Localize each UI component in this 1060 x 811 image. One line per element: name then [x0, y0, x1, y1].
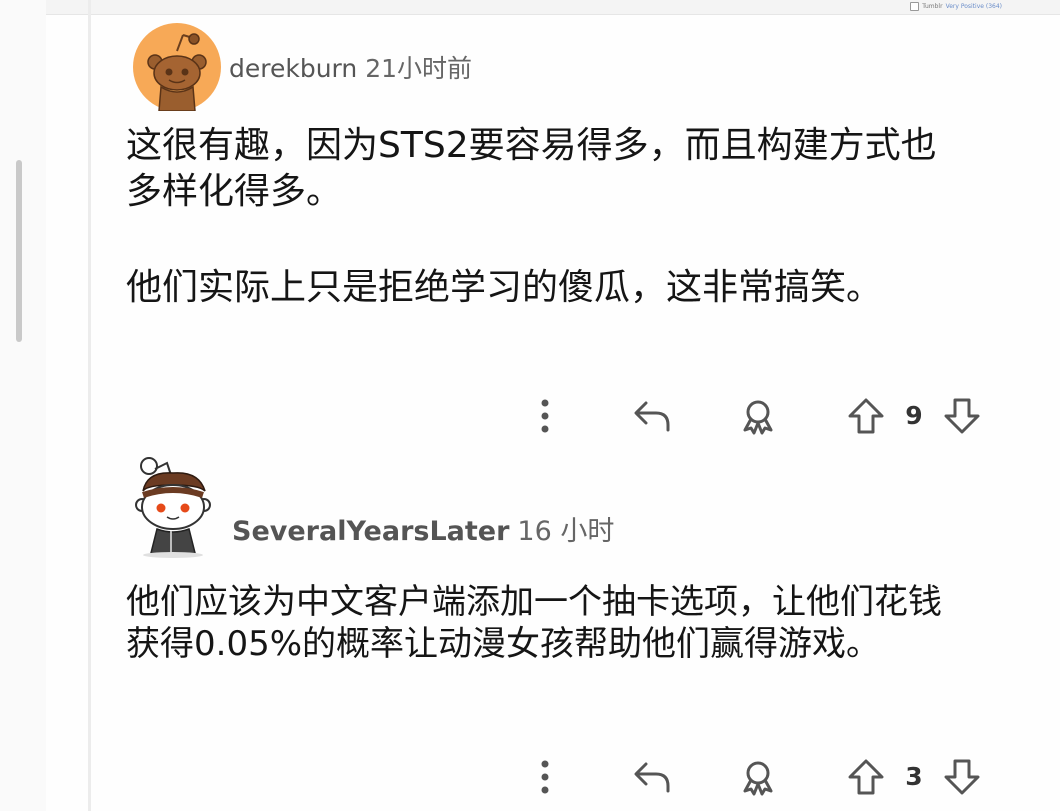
award-icon: [743, 761, 773, 796]
reply-button[interactable]: [628, 392, 676, 440]
top-tag-link[interactable]: Very Positive (364): [946, 3, 1002, 10]
upvote-button[interactable]: [842, 753, 890, 801]
author-name[interactable]: SeveralYearsLater: [232, 516, 509, 547]
timestamp: 16 小时: [517, 516, 615, 547]
downvote-button[interactable]: [938, 753, 986, 801]
comment-meta: SeveralYearsLater 16 小时: [232, 509, 614, 548]
reply-button[interactable]: [628, 753, 676, 801]
upvote-arrow-icon: [848, 398, 884, 434]
comment-text-line: 多样化得多。: [126, 171, 343, 212]
upvote-arrow-icon: [848, 759, 884, 795]
reply-icon: [634, 401, 670, 432]
left-rail: [0, 0, 46, 811]
snoo-avatar-icon: [133, 23, 221, 111]
reddit-comment-thread: Tumblr Very Positive (364) derekburn 21小…: [0, 0, 1060, 811]
downvote-arrow-icon: [944, 759, 980, 795]
thread-line[interactable]: [88, 0, 91, 811]
reply-icon: [634, 762, 670, 793]
comment-text-line: 这很有趣，因为STS2要容易得多，而且构建方式也: [126, 125, 937, 166]
downvote-button[interactable]: [938, 392, 986, 440]
checkbox-icon[interactable]: [910, 1, 920, 11]
snoo-avatar-icon: [135, 457, 211, 558]
vote-count: 9: [905, 401, 923, 430]
upvote-button[interactable]: [842, 392, 890, 440]
avatar[interactable]: [133, 455, 213, 559]
award-button[interactable]: [734, 753, 782, 801]
comment-action-bar: 3: [520, 753, 1000, 801]
more-options-button[interactable]: [528, 753, 562, 801]
award-icon: [743, 400, 773, 435]
more-options-button[interactable]: [528, 392, 562, 440]
vote-count: 3: [905, 762, 923, 791]
author-name[interactable]: derekburn: [229, 54, 357, 83]
comment-text-line: 他们实际上只是拒绝学习的傻瓜，这非常搞笑。: [126, 267, 883, 308]
comment-text-line: 获得0.05%的概率让动漫女孩帮助他们赢得游戏。: [126, 624, 881, 664]
top-tag-label: Tumblr: [922, 2, 943, 10]
scrollbar-thumb[interactable]: [16, 160, 22, 342]
top-tag: Tumblr Very Positive (364): [910, 0, 1002, 12]
avatar[interactable]: [133, 23, 221, 111]
timestamp: 21小时前: [365, 54, 473, 83]
top-strip: Tumblr Very Positive (364): [0, 0, 1060, 15]
downvote-arrow-icon: [944, 398, 980, 434]
comment-action-bar: 9: [520, 392, 1000, 440]
comment-text-line: 他们应该为中文客户端添加一个抽卡选项，让他们花钱: [126, 582, 942, 622]
more-vertical-icon: [541, 399, 549, 433]
award-button[interactable]: [734, 392, 782, 440]
comment-meta: derekburn 21小时前: [229, 49, 472, 85]
more-vertical-icon: [541, 760, 549, 794]
